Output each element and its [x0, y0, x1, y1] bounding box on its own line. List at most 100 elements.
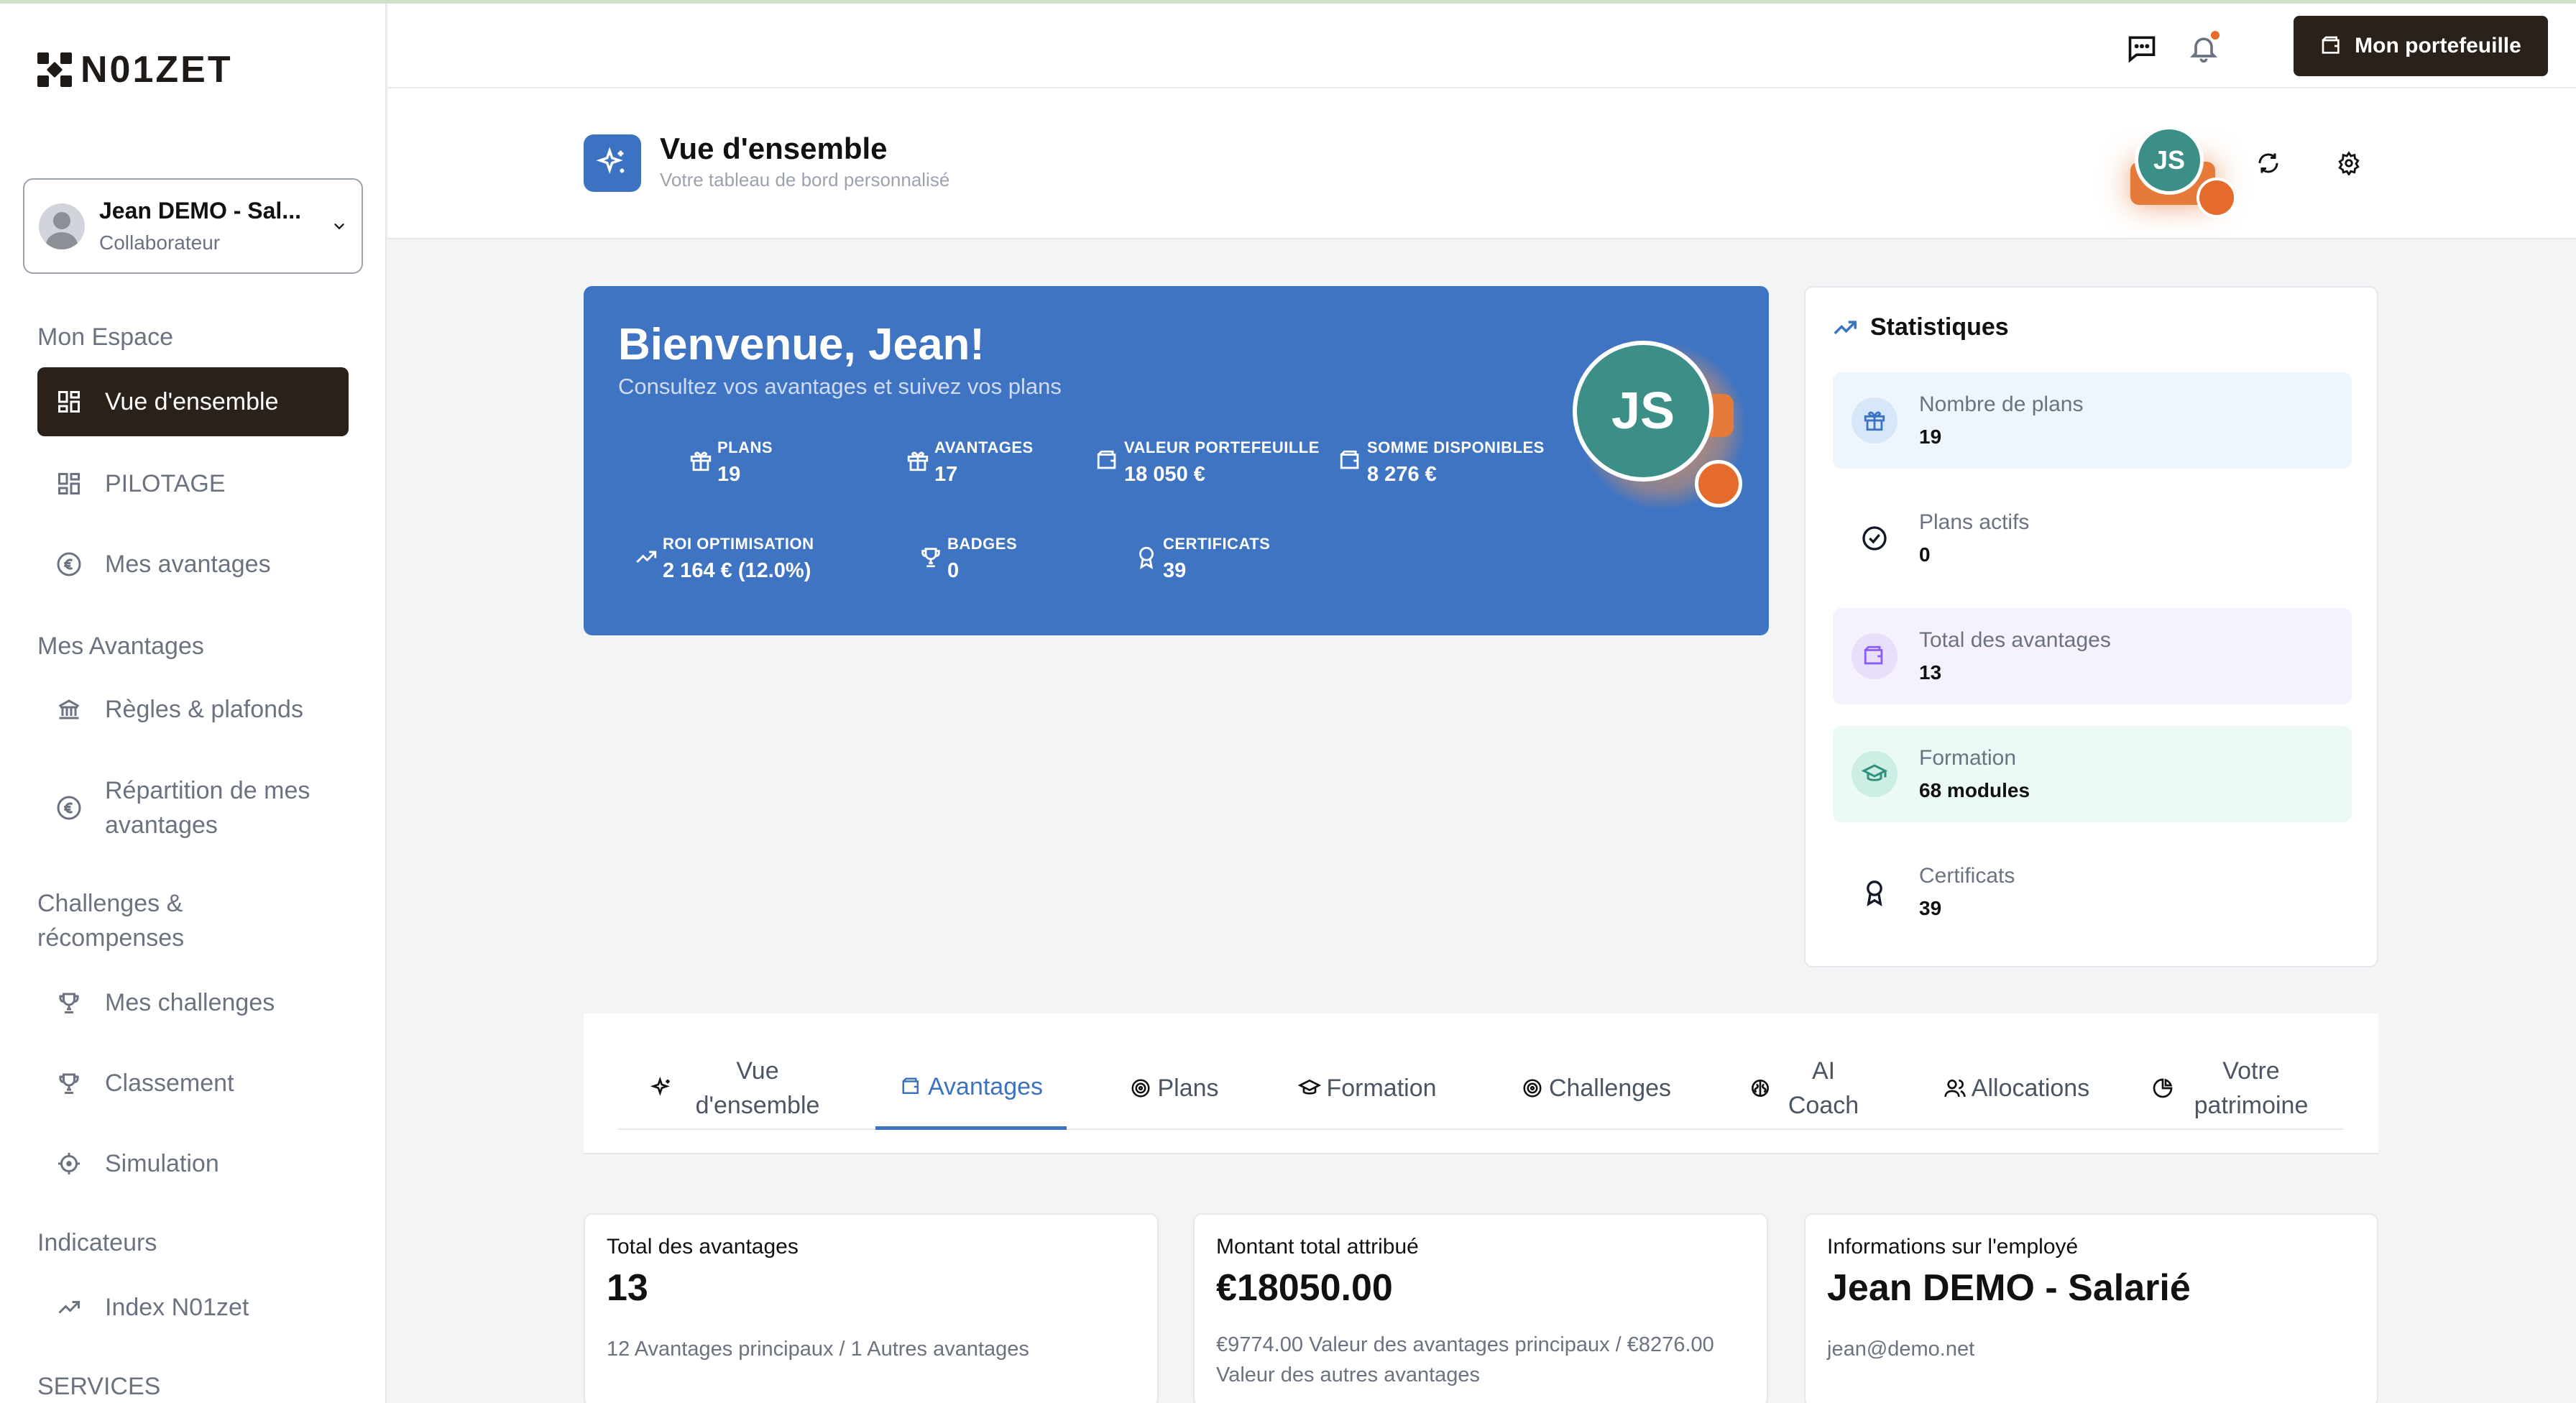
- sidebar-item-simulation[interactable]: Simulation: [37, 1129, 349, 1198]
- wallet-icon: [899, 1075, 924, 1099]
- stat-label: ROI OPTIMISATION: [663, 535, 814, 553]
- sparkles-icon: [584, 134, 641, 192]
- welcome-card: Bienvenue, Jean! Consultez vos avantages…: [584, 286, 1769, 635]
- tab-allocations[interactable]: Allocations: [1905, 1046, 2128, 1130]
- stat-value: 68 modules: [1919, 779, 2030, 801]
- stat-label: SOMME DISPONIBLES: [1367, 438, 1545, 456]
- section-indicateurs: Indicateurs: [37, 1229, 157, 1256]
- stat-label: Nombre de plans: [1919, 392, 2084, 416]
- stat-label: CERTIFICATS: [1163, 535, 1271, 553]
- wallet-icon: [2322, 36, 2340, 54]
- award-icon: [1139, 546, 1154, 569]
- trophy-icon: [921, 548, 940, 568]
- portfolio-button-label: Mon portefeuille: [2355, 34, 2521, 58]
- sidebar-item-mes-challenges[interactable]: Mes challenges: [37, 968, 349, 1037]
- tab-label: Formation: [1326, 1075, 1437, 1102]
- trophy-icon: [55, 988, 83, 1017]
- stat-label: BADGES: [947, 535, 1018, 553]
- sparkles-icon: [650, 1076, 674, 1100]
- trophy-icon: [55, 1069, 83, 1098]
- stat-value: 8 276 €: [1367, 463, 1437, 486]
- card-title: Total des avantages: [607, 1235, 799, 1259]
- tab-label: Votre patrimoine: [2194, 1057, 2309, 1119]
- tab-plans[interactable]: Plans: [1098, 1046, 1249, 1130]
- welcome-subtitle: Consultez vos avantages et suivez vos pl…: [618, 374, 1062, 399]
- brand-name: N01ZET: [80, 49, 233, 91]
- sidebar-item-pilotage[interactable]: PILOTAGE: [37, 449, 349, 518]
- sidebar-item-label: Répartition de mes avantages: [105, 777, 310, 839]
- stat-value: 13: [1919, 661, 1942, 684]
- sidebar-item-repartition[interactable]: Répartition de mes avantages: [37, 765, 349, 850]
- gift-icon: [1852, 397, 1898, 443]
- stat-value: 2 164 € (12.0%): [663, 559, 811, 582]
- card-title: Informations sur l'employé: [1827, 1235, 2079, 1259]
- tab-votre-patrimoine[interactable]: Votre patrimoine: [2129, 1046, 2345, 1130]
- user-switcher[interactable]: Jean DEMO - Sal... Collaborateur: [23, 178, 363, 274]
- sidebar-item-index[interactable]: Index N01zet: [37, 1273, 349, 1342]
- pie-chart-icon: [2150, 1076, 2175, 1100]
- stat-nombre-plans: Nombre de plans 19: [1833, 372, 2352, 469]
- euro-icon: [55, 794, 83, 822]
- grid-icon: [55, 469, 83, 498]
- users-icon: [1943, 1076, 1967, 1100]
- card-employee-info: Informations sur l'employé Jean DEMO - S…: [1804, 1213, 2378, 1403]
- tab-vue-ensemble[interactable]: Vue d'ensemble: [618, 1046, 868, 1130]
- portfolio-button[interactable]: Mon portefeuille: [2294, 16, 2548, 76]
- welcome-avatar[interactable]: JS: [1573, 341, 1714, 482]
- stat-label: Formation: [1919, 746, 2017, 770]
- page-subtitle: Votre tableau de bord personnalisé: [660, 169, 950, 190]
- tab-challenges[interactable]: Challenges: [1482, 1046, 1709, 1130]
- notifications-button[interactable]: [2186, 31, 2221, 65]
- page-header: Vue d'ensemble Votre tableau de bord per…: [388, 88, 2576, 239]
- level-badge-icon: [2196, 178, 2237, 218]
- settings-button[interactable]: [2332, 146, 2366, 180]
- wallet-icon: [1340, 450, 1359, 469]
- card-title: Montant total attribué: [1216, 1235, 1419, 1259]
- statistics-panel: Statistiques Nombre de plans 19 Plans ac…: [1804, 286, 2378, 967]
- refresh-icon: [2258, 153, 2278, 173]
- user-role: Collaborateur: [99, 231, 221, 254]
- sidebar-item-label: Classement: [105, 1070, 234, 1097]
- sidebar-item-classement[interactable]: Classement: [37, 1049, 349, 1118]
- tab-label: Vue d'ensemble: [695, 1057, 820, 1119]
- messages-button[interactable]: [2125, 31, 2159, 65]
- card-total-avantages: Total des avantages 13 12 Avantages prin…: [584, 1213, 1159, 1403]
- header-avatar[interactable]: JS: [2130, 126, 2237, 218]
- welcome-stat-plans: PLANS 19: [689, 438, 773, 487]
- section-services: SERVICES: [37, 1373, 161, 1400]
- sidebar-item-regles-plafonds[interactable]: Règles & plafonds: [37, 675, 349, 744]
- brand-logo[interactable]: N01ZET: [36, 48, 233, 91]
- wallet-icon: [1852, 633, 1898, 679]
- employee-name: Jean DEMO - Salarié: [1827, 1267, 2191, 1309]
- sidebar-item-mes-avantages[interactable]: Mes avantages: [37, 530, 349, 599]
- avatar: JS: [2135, 126, 2204, 195]
- stat-label: PLANS: [717, 438, 773, 456]
- section-challenges: Challenges & récompenses: [37, 890, 185, 952]
- welcome-stat-valeur-portefeuille: VALEUR PORTEFEUILLE 18 050 €: [1095, 438, 1320, 487]
- grid-icon: [55, 387, 83, 416]
- tab-formation[interactable]: Formation: [1259, 1046, 1475, 1130]
- welcome-title: Bienvenue, Jean!: [618, 320, 985, 369]
- refresh-button[interactable]: [2251, 146, 2286, 180]
- stat-value: 19: [717, 463, 741, 486]
- tab-label: Challenges: [1548, 1075, 1672, 1102]
- page-title: Vue d'ensemble: [660, 132, 888, 165]
- statistics-header: Statistiques: [1831, 313, 2009, 341]
- card-description: €9774.00 Valeur des avantages principaux…: [1216, 1333, 1714, 1386]
- tab-label: AI Coach: [1788, 1057, 1859, 1119]
- tab-ai-coach[interactable]: AI Coach: [1719, 1046, 1899, 1130]
- sidebar-item-vue-ensemble[interactable]: Vue d'ensemble: [37, 367, 349, 436]
- stat-value: 0: [1919, 543, 1931, 566]
- stat-value: 17: [934, 463, 958, 486]
- tab-label: Allocations: [1971, 1075, 2090, 1102]
- stat-label: AVANTAGES: [934, 438, 1034, 456]
- top-bar: Mon portefeuille: [388, 4, 2576, 88]
- graduation-cap-icon: [1297, 1076, 1322, 1100]
- message-icon: [2128, 36, 2156, 63]
- statistics-title: Statistiques: [1870, 313, 2009, 341]
- card-value: €18050.00: [1216, 1267, 1393, 1309]
- sidebar-item-label: Mes avantages: [105, 551, 271, 578]
- tab-avantages[interactable]: Avantages: [875, 1046, 1067, 1130]
- crosshair-icon: [55, 1149, 83, 1178]
- sidebar: N01ZET Jean DEMO - Sal... Collaborateur …: [0, 4, 387, 1403]
